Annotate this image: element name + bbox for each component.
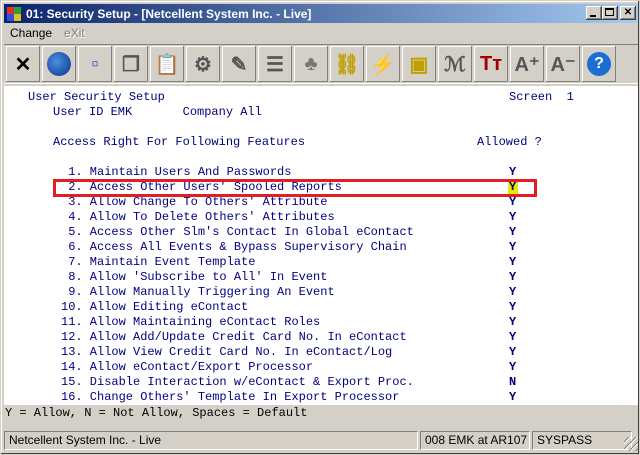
scissors-x-button[interactable]: ✕ (6, 46, 40, 82)
user-company-line: User ID EMK Company All (53, 105, 262, 119)
feature-item: 14. Allow eContact/Export Processor (61, 360, 314, 374)
font-increase-button[interactable]: A⁺ (510, 46, 544, 82)
paste-clipboard-icon: 📋 (154, 53, 180, 76)
feature-item: 10. Allow Editing eContact (61, 300, 249, 314)
edit-pencil-button[interactable]: ✎ (222, 46, 256, 82)
maximize-button[interactable] (602, 6, 618, 20)
copy-pages-button[interactable]: ❐ (114, 46, 148, 82)
help-icon: ? (587, 52, 611, 76)
status-mode: SYSPASS (532, 431, 632, 450)
font-decrease-icon: A⁻ (550, 53, 576, 76)
feature-item: 1. Maintain Users And Passwords (61, 165, 292, 179)
text-size-button[interactable]: Tт (474, 46, 508, 82)
allowed-field[interactable]: Y (509, 210, 516, 225)
feature-item: 12. Allow Add/Update Credit Card No. In … (61, 330, 407, 344)
allowed-field[interactable]: Y (509, 195, 516, 210)
resize-grip[interactable] (624, 437, 638, 451)
allowed-field[interactable]: Y (509, 165, 516, 180)
globe-button[interactable]: ● (42, 46, 76, 82)
help-button[interactable]: ? (582, 46, 616, 82)
paste-clipboard-button[interactable]: 📋 (150, 46, 184, 82)
chain-link-button[interactable]: ⛓ (330, 46, 364, 82)
allowed-field[interactable]: Y (509, 315, 516, 330)
window-title: 01: Security Setup - [Netcellent System … (26, 6, 312, 21)
list-icon: ☰ (266, 53, 284, 76)
highlight-box (53, 179, 537, 197)
allowed-field[interactable]: Y (509, 360, 516, 375)
allowed-field[interactable]: Y (509, 330, 516, 345)
minimize-button[interactable] (586, 6, 602, 20)
edit-pencil-icon: ✎ (230, 53, 248, 76)
signature-button[interactable]: ℳ (438, 46, 472, 82)
feature-item: 9. Allow Manually Triggering An Event (61, 285, 335, 299)
allowed-field[interactable]: Y (509, 225, 516, 240)
menu-exit[interactable]: eXit (58, 26, 91, 40)
feature-item: 5. Access Other Slm's Contact In Global … (61, 225, 414, 239)
screen-heading: User Security Setup (28, 90, 165, 104)
maximize-icon (605, 8, 614, 16)
allowed-field[interactable]: Y (509, 345, 516, 360)
screen-number: Screen 1 (509, 90, 574, 104)
settings-gear-icon: ⚙ (194, 53, 212, 76)
people-button[interactable]: ♣ (294, 46, 328, 82)
app-icon (6, 6, 22, 22)
allowed-field[interactable]: Y (509, 390, 516, 405)
close-button[interactable]: ✕ (620, 6, 636, 20)
font-increase-icon: A⁺ (514, 53, 540, 76)
terminal-screen[interactable]: User Security Setup Screen 1 User ID EMK… (4, 86, 638, 421)
text-size-icon: Tт (479, 52, 502, 75)
feature-item: 8. Allow 'Subscribe to All' In Event (61, 270, 328, 284)
feature-item: 13. Allow View Credit Card No. In eConta… (61, 345, 393, 359)
signature-icon: ℳ (444, 53, 466, 76)
copy-pages-icon: ❐ (122, 53, 140, 76)
lightning-icon: ⚡ (370, 53, 396, 76)
allowed-field[interactable]: Y (509, 255, 516, 270)
feature-item: 4. Allow To Delete Others' Attributes (61, 210, 335, 224)
window-bolt-button[interactable]: ▣ (402, 46, 436, 82)
section-title: Access Right For Following Features (53, 135, 306, 149)
allowed-field[interactable]: Y (509, 240, 516, 255)
lightning-button[interactable]: ⚡ (366, 46, 400, 82)
allowed-field[interactable]: Y (509, 285, 516, 300)
window-bolt-icon: ▣ (409, 53, 429, 76)
feature-item: 11. Allow Maintaining eContact Roles (61, 315, 321, 329)
menu-change[interactable]: Change (4, 26, 58, 40)
select-rect-button[interactable]: ▫ (78, 46, 112, 82)
allowed-field[interactable]: N (509, 375, 516, 390)
menu-bar: Change eXit (4, 24, 91, 42)
app-window: 01: Security Setup - [Netcellent System … (0, 0, 640, 455)
toolbar: ✕ ● ▫ ❐ 📋 ⚙ ✎ ☰ ♣ ⛓ ⚡ ▣ ℳ Tт A⁺ A⁻? (4, 44, 638, 84)
feature-item: 3. Allow Change To Others' Attribute (61, 195, 328, 209)
select-rect-icon: ▫ (91, 52, 99, 75)
allowed-field[interactable]: Y (509, 270, 516, 285)
feature-item: 6. Access All Events & Bypass Supervisor… (61, 240, 407, 254)
feature-item: 15. Disable Interaction w/eContact & Exp… (61, 375, 414, 389)
status-bar: Netcellent System Inc. - Live 008 EMK at… (4, 431, 638, 451)
feature-item: 7. Maintain Event Template (61, 255, 256, 269)
legend-line: Y = Allow, N = Not Allow, Spaces = Defau… (4, 405, 638, 421)
allowed-header: Allowed ? (477, 135, 542, 149)
scissors-x-icon: ✕ (14, 53, 32, 76)
feature-item: 16. Change Others' Template In Export Pr… (61, 390, 400, 404)
title-bar[interactable]: 01: Security Setup - [Netcellent System … (4, 4, 638, 23)
settings-gear-button[interactable]: ⚙ (186, 46, 220, 82)
minimize-icon (590, 15, 596, 17)
allowed-field[interactable]: Y (509, 300, 516, 315)
status-company: Netcellent System Inc. - Live (4, 431, 418, 450)
font-decrease-button[interactable]: A⁻ (546, 46, 580, 82)
close-icon: ✕ (623, 7, 633, 18)
status-session: 008 EMK at AR107 (420, 431, 530, 450)
chain-link-icon: ⛓ (334, 53, 360, 76)
globe-icon: ● (47, 52, 71, 76)
list-button[interactable]: ☰ (258, 46, 292, 82)
people-icon: ♣ (304, 52, 318, 75)
